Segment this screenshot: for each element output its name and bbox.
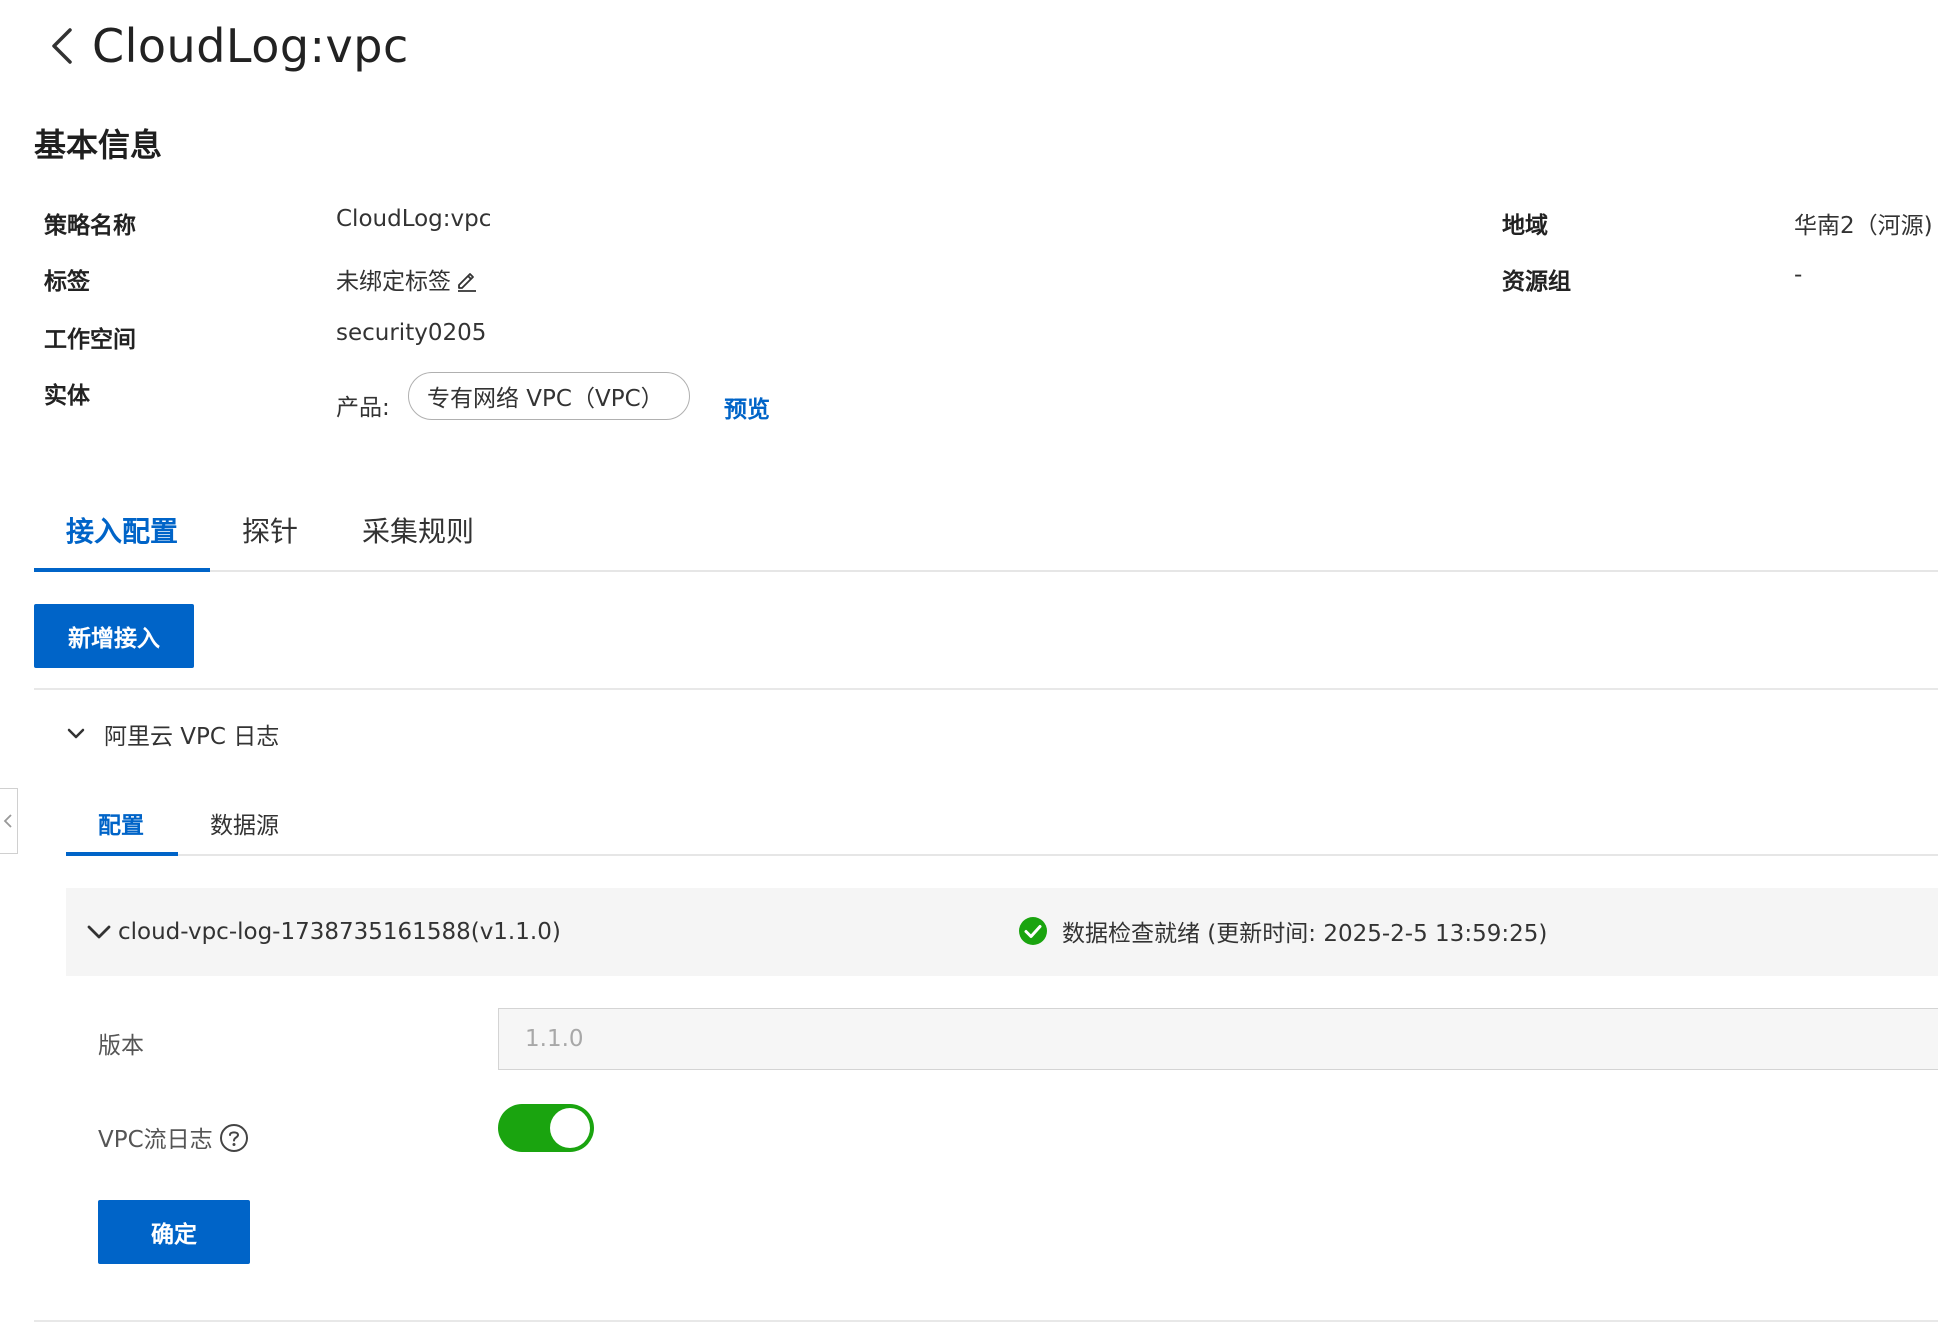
tab-collection-rules[interactable]: 采集规则 xyxy=(362,510,474,550)
collapse-title: 阿里云 VPC 日志 xyxy=(104,724,280,750)
bottom-divider xyxy=(34,1320,1938,1322)
chevron-left-icon xyxy=(3,814,12,828)
chevron-down-icon xyxy=(67,728,85,739)
value-resource-group: - xyxy=(1794,262,1803,288)
config-panel-header[interactable]: cloud-vpc-log-1738735161588(v1.1.0) 数据检查… xyxy=(66,888,1938,976)
data-check-status: 数据检查就绪 (更新时间: 2025-2-5 13:59:25) xyxy=(1018,914,1547,948)
tab-probe[interactable]: 探针 xyxy=(242,510,298,550)
chevron-down-icon xyxy=(87,925,111,939)
value-region: 华南2（河源) xyxy=(1794,213,1933,239)
version-value: 1.1.0 xyxy=(525,1026,584,1052)
product-pill-text: 专有网络 VPC（VPC） xyxy=(427,386,664,412)
tab-config[interactable]: 配置 xyxy=(98,806,144,840)
label-tags: 标签 xyxy=(44,269,90,295)
flowlog-label-text: VPC流日志 xyxy=(98,1127,213,1153)
tags-text: 未绑定标签 xyxy=(336,269,451,295)
label-workspace: 工作空间 xyxy=(44,327,136,353)
flowlog-toggle[interactable] xyxy=(498,1104,594,1152)
preview-link[interactable]: 预览 xyxy=(724,390,770,424)
label-resource-group: 资源组 xyxy=(1502,269,1571,295)
value-policy-name: CloudLog:vpc xyxy=(336,206,492,232)
product-pill: 专有网络 VPC（VPC） xyxy=(408,372,690,420)
product-prefix: 产品: xyxy=(336,395,390,421)
label-policy-name: 策略名称 xyxy=(44,213,136,239)
back-button[interactable] xyxy=(48,16,88,76)
section-title-basic-info: 基本信息 xyxy=(34,126,163,164)
sub-tab-active-indicator xyxy=(66,852,178,856)
status-text: 数据检查就绪 (更新时间: 2025-2-5 13:59:25) xyxy=(1062,921,1548,947)
value-workspace: security0205 xyxy=(336,320,487,346)
version-label: 版本 xyxy=(98,1033,144,1059)
toggle-knob xyxy=(550,1108,590,1148)
config-panel-title: cloud-vpc-log-1738735161588(v1.1.0) xyxy=(118,919,561,945)
main-tabs: 接入配置 探针 采集规则 xyxy=(34,500,1938,572)
side-collapse-handle[interactable] xyxy=(0,788,18,854)
edit-icon[interactable] xyxy=(455,268,479,298)
tab-datasource[interactable]: 数据源 xyxy=(210,806,279,840)
divider xyxy=(34,688,1938,690)
help-icon[interactable] xyxy=(219,1123,249,1159)
value-tags: 未绑定标签 xyxy=(336,262,479,298)
version-input[interactable]: 1.1.0 xyxy=(498,1008,1938,1070)
main-tab-active-indicator xyxy=(34,568,210,572)
check-circle-icon xyxy=(1019,917,1047,945)
label-region: 地域 xyxy=(1502,213,1548,239)
collapse-header-vpc-log[interactable]: 阿里云 VPC 日志 xyxy=(66,712,279,756)
sub-tabs: 配置 数据源 xyxy=(66,800,1938,856)
flowlog-label: VPC流日志 xyxy=(98,1120,249,1159)
tab-access-config[interactable]: 接入配置 xyxy=(66,510,178,550)
page: CloudLog:vpc 基本信息 策略名称 CloudLog:vpc 标签 未… xyxy=(0,0,1938,1336)
confirm-button[interactable]: 确定 xyxy=(98,1200,250,1264)
chevron-left-icon xyxy=(52,28,72,64)
add-access-button[interactable]: 新增接入 xyxy=(34,604,194,668)
label-entity: 实体 xyxy=(44,383,90,409)
page-title: CloudLog:vpc xyxy=(92,19,409,73)
page-header: CloudLog:vpc xyxy=(48,16,409,76)
